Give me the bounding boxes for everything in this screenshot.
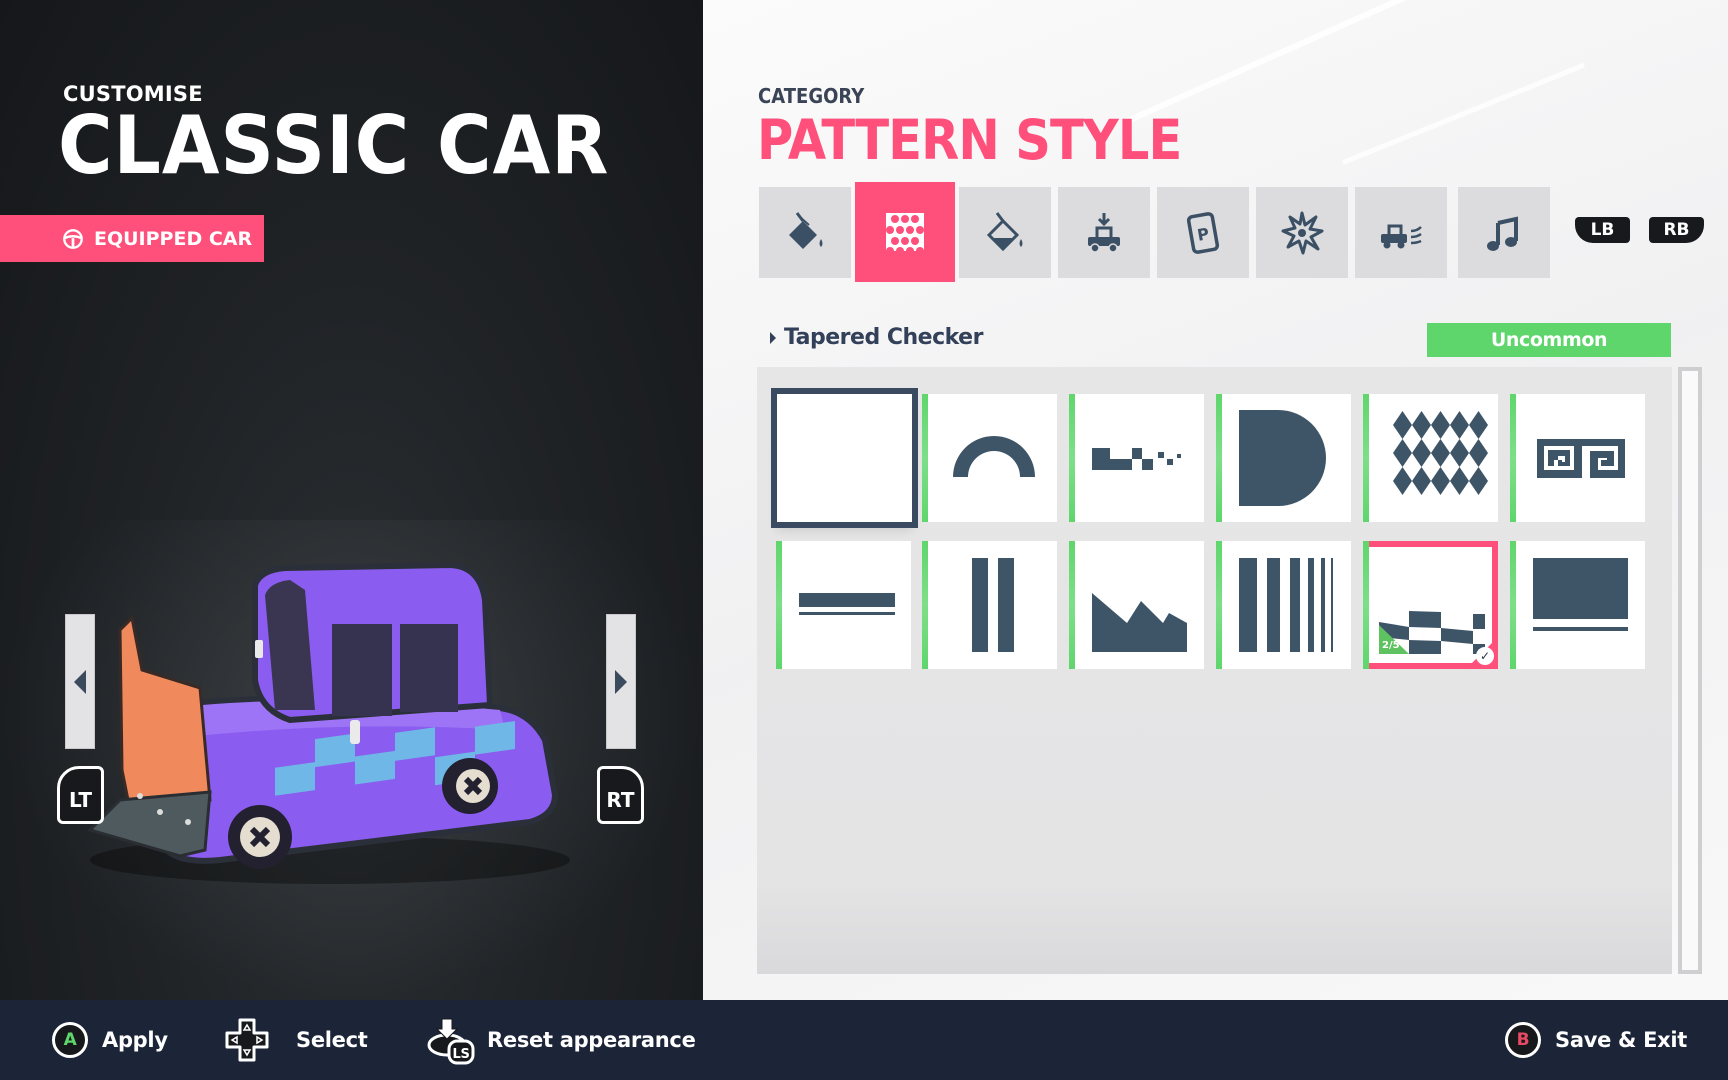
harlequin-diamond <box>1450 439 1469 467</box>
reset-appearance-hint[interactable]: LS Reset appearance <box>425 1000 696 1080</box>
harlequin-diamond <box>1431 439 1450 467</box>
twin-stripes-pattern-icon <box>972 558 1014 652</box>
background-streak <box>1121 0 1508 126</box>
paint-bucket-outline-icon <box>986 211 1023 251</box>
pattern-tile-block-underline[interactable] <box>1510 541 1645 669</box>
left-trigger-hint[interactable]: LT <box>57 766 104 824</box>
jagged-mountains-pattern-icon <box>1092 593 1187 652</box>
b-button-icon: B <box>1505 1022 1541 1058</box>
triangle-left-icon <box>74 669 86 694</box>
equipped-car-label: EQUIPPED CAR <box>94 227 253 250</box>
harlequin-diamond <box>1431 411 1450 439</box>
select-label: Select <box>296 1028 368 1052</box>
harlequin-diamond <box>1412 411 1431 439</box>
svg-text:P: P <box>1196 224 1211 245</box>
right-trigger-hint[interactable]: RT <box>597 766 644 824</box>
music-note-icon <box>1487 216 1518 251</box>
selected-pattern-name: Tapered Checker <box>784 325 983 350</box>
pixel-fade-pattern-icon <box>1092 448 1181 470</box>
apply-label: Apply <box>102 1028 168 1052</box>
harlequin-diamond <box>1450 411 1469 439</box>
category-title: PATTERN STYLE <box>757 108 1182 172</box>
selected-pattern-title: Tapered Checker <box>770 325 983 350</box>
controller-hints-bar: A Apply Select LS Reset appearance B Sav… <box>0 1000 1728 1080</box>
tab-attachment[interactable] <box>1058 187 1150 278</box>
harlequin-diamond <box>1393 439 1412 467</box>
pattern-tile-greek-key[interactable] <box>1510 394 1645 522</box>
harlequin-diamond <box>1431 467 1450 495</box>
harlequin-diamond <box>1450 467 1469 495</box>
harlequin-diamond <box>1393 467 1412 495</box>
reset-appearance-label: Reset appearance <box>487 1028 696 1052</box>
left-stick-press-icon: LS <box>427 1018 475 1065</box>
pattern-tile-jagged-mountains[interactable] <box>1069 541 1204 669</box>
a-button-icon: A <box>52 1022 88 1058</box>
caret-right-icon <box>770 331 776 344</box>
next-car-button[interactable] <box>606 614 636 749</box>
pattern-tile-double-stripe-horizontal[interactable] <box>776 541 911 669</box>
tab-primary-paint[interactable] <box>759 187 851 278</box>
pattern-tile-tapered-stripes[interactable] <box>1216 541 1351 669</box>
pattern-tile-twin-stripes-vertical[interactable] <box>922 541 1057 669</box>
pattern-tile-none[interactable] <box>771 388 918 528</box>
previous-car-button[interactable] <box>65 614 95 749</box>
save-exit-hint[interactable]: B Save & Exit <box>1505 1000 1687 1080</box>
harlequin-diamond <box>1393 411 1412 439</box>
tab-pattern-style[interactable] <box>855 182 955 282</box>
car-preview-panel: CUSTOMISE CLASSIC CAR EQUIPPED CAR LT RT <box>0 0 703 1000</box>
svg-text:LS: LS <box>452 1047 469 1062</box>
harlequin-diamond <box>1469 411 1488 439</box>
car-trail-icon <box>1381 224 1422 248</box>
tab-license-plate[interactable]: P <box>1157 187 1249 278</box>
save-exit-label: Save & Exit <box>1555 1028 1687 1052</box>
equipped-car-badge: EQUIPPED CAR <box>0 215 264 262</box>
harlequin-diamond <box>1412 439 1431 467</box>
harlequin-pattern-icon <box>1393 411 1488 495</box>
arch-pattern-icon <box>953 436 1035 477</box>
select-hint[interactable]: Select <box>224 1000 368 1080</box>
car-model-render[interactable] <box>60 560 580 890</box>
double-stripe-pattern-icon <box>799 593 895 615</box>
unlock-progress: 2/5 <box>1382 640 1400 651</box>
dpad-icon <box>225 1018 269 1062</box>
pattern-tile-pixel-fade[interactable] <box>1069 394 1204 522</box>
check-icon: ✓ <box>1476 647 1494 665</box>
background-streak <box>1342 62 1586 165</box>
category-eyebrow: CATEGORY <box>758 84 865 108</box>
pattern-grid-scrollbar[interactable] <box>1678 367 1702 974</box>
rarity-badge: Uncommon <box>1427 323 1671 357</box>
pattern-tile-half-circle[interactable] <box>1216 394 1351 522</box>
half-circle-pattern-icon <box>1239 410 1326 506</box>
tab-trail[interactable] <box>1355 187 1447 278</box>
tab-horn[interactable] <box>1458 187 1550 278</box>
left-bumper-hint[interactable]: LB <box>1575 217 1630 243</box>
license-plate-icon: P <box>1186 211 1220 254</box>
paint-bucket-filled-icon <box>789 211 823 249</box>
steering-wheel-icon <box>63 228 83 249</box>
harlequin-diamond <box>1469 467 1488 495</box>
explosion-icon <box>1281 211 1324 254</box>
car-attachment-icon <box>1088 212 1120 253</box>
right-bumper-hint[interactable]: RB <box>1649 217 1704 243</box>
block-underline-pattern-icon <box>1533 558 1628 631</box>
pattern-tile-harlequin[interactable] <box>1363 394 1498 522</box>
harlequin-diamond <box>1412 467 1431 495</box>
pattern-tile-tapered-checker[interactable]: 2/5 ✓ <box>1363 541 1498 669</box>
pattern-dots-icon <box>886 213 924 255</box>
pattern-tile-arch[interactable] <box>922 394 1057 522</box>
triangle-right-icon <box>615 669 627 694</box>
tapered-stripes-pattern-icon <box>1239 558 1333 652</box>
car-name-title: CLASSIC CAR <box>58 99 610 192</box>
tab-secondary-paint[interactable] <box>959 187 1051 278</box>
tab-explosion[interactable] <box>1256 187 1348 278</box>
apply-hint[interactable]: A Apply <box>52 1000 168 1080</box>
greek-key-pattern-icon <box>1537 439 1625 478</box>
harlequin-diamond <box>1469 439 1488 467</box>
